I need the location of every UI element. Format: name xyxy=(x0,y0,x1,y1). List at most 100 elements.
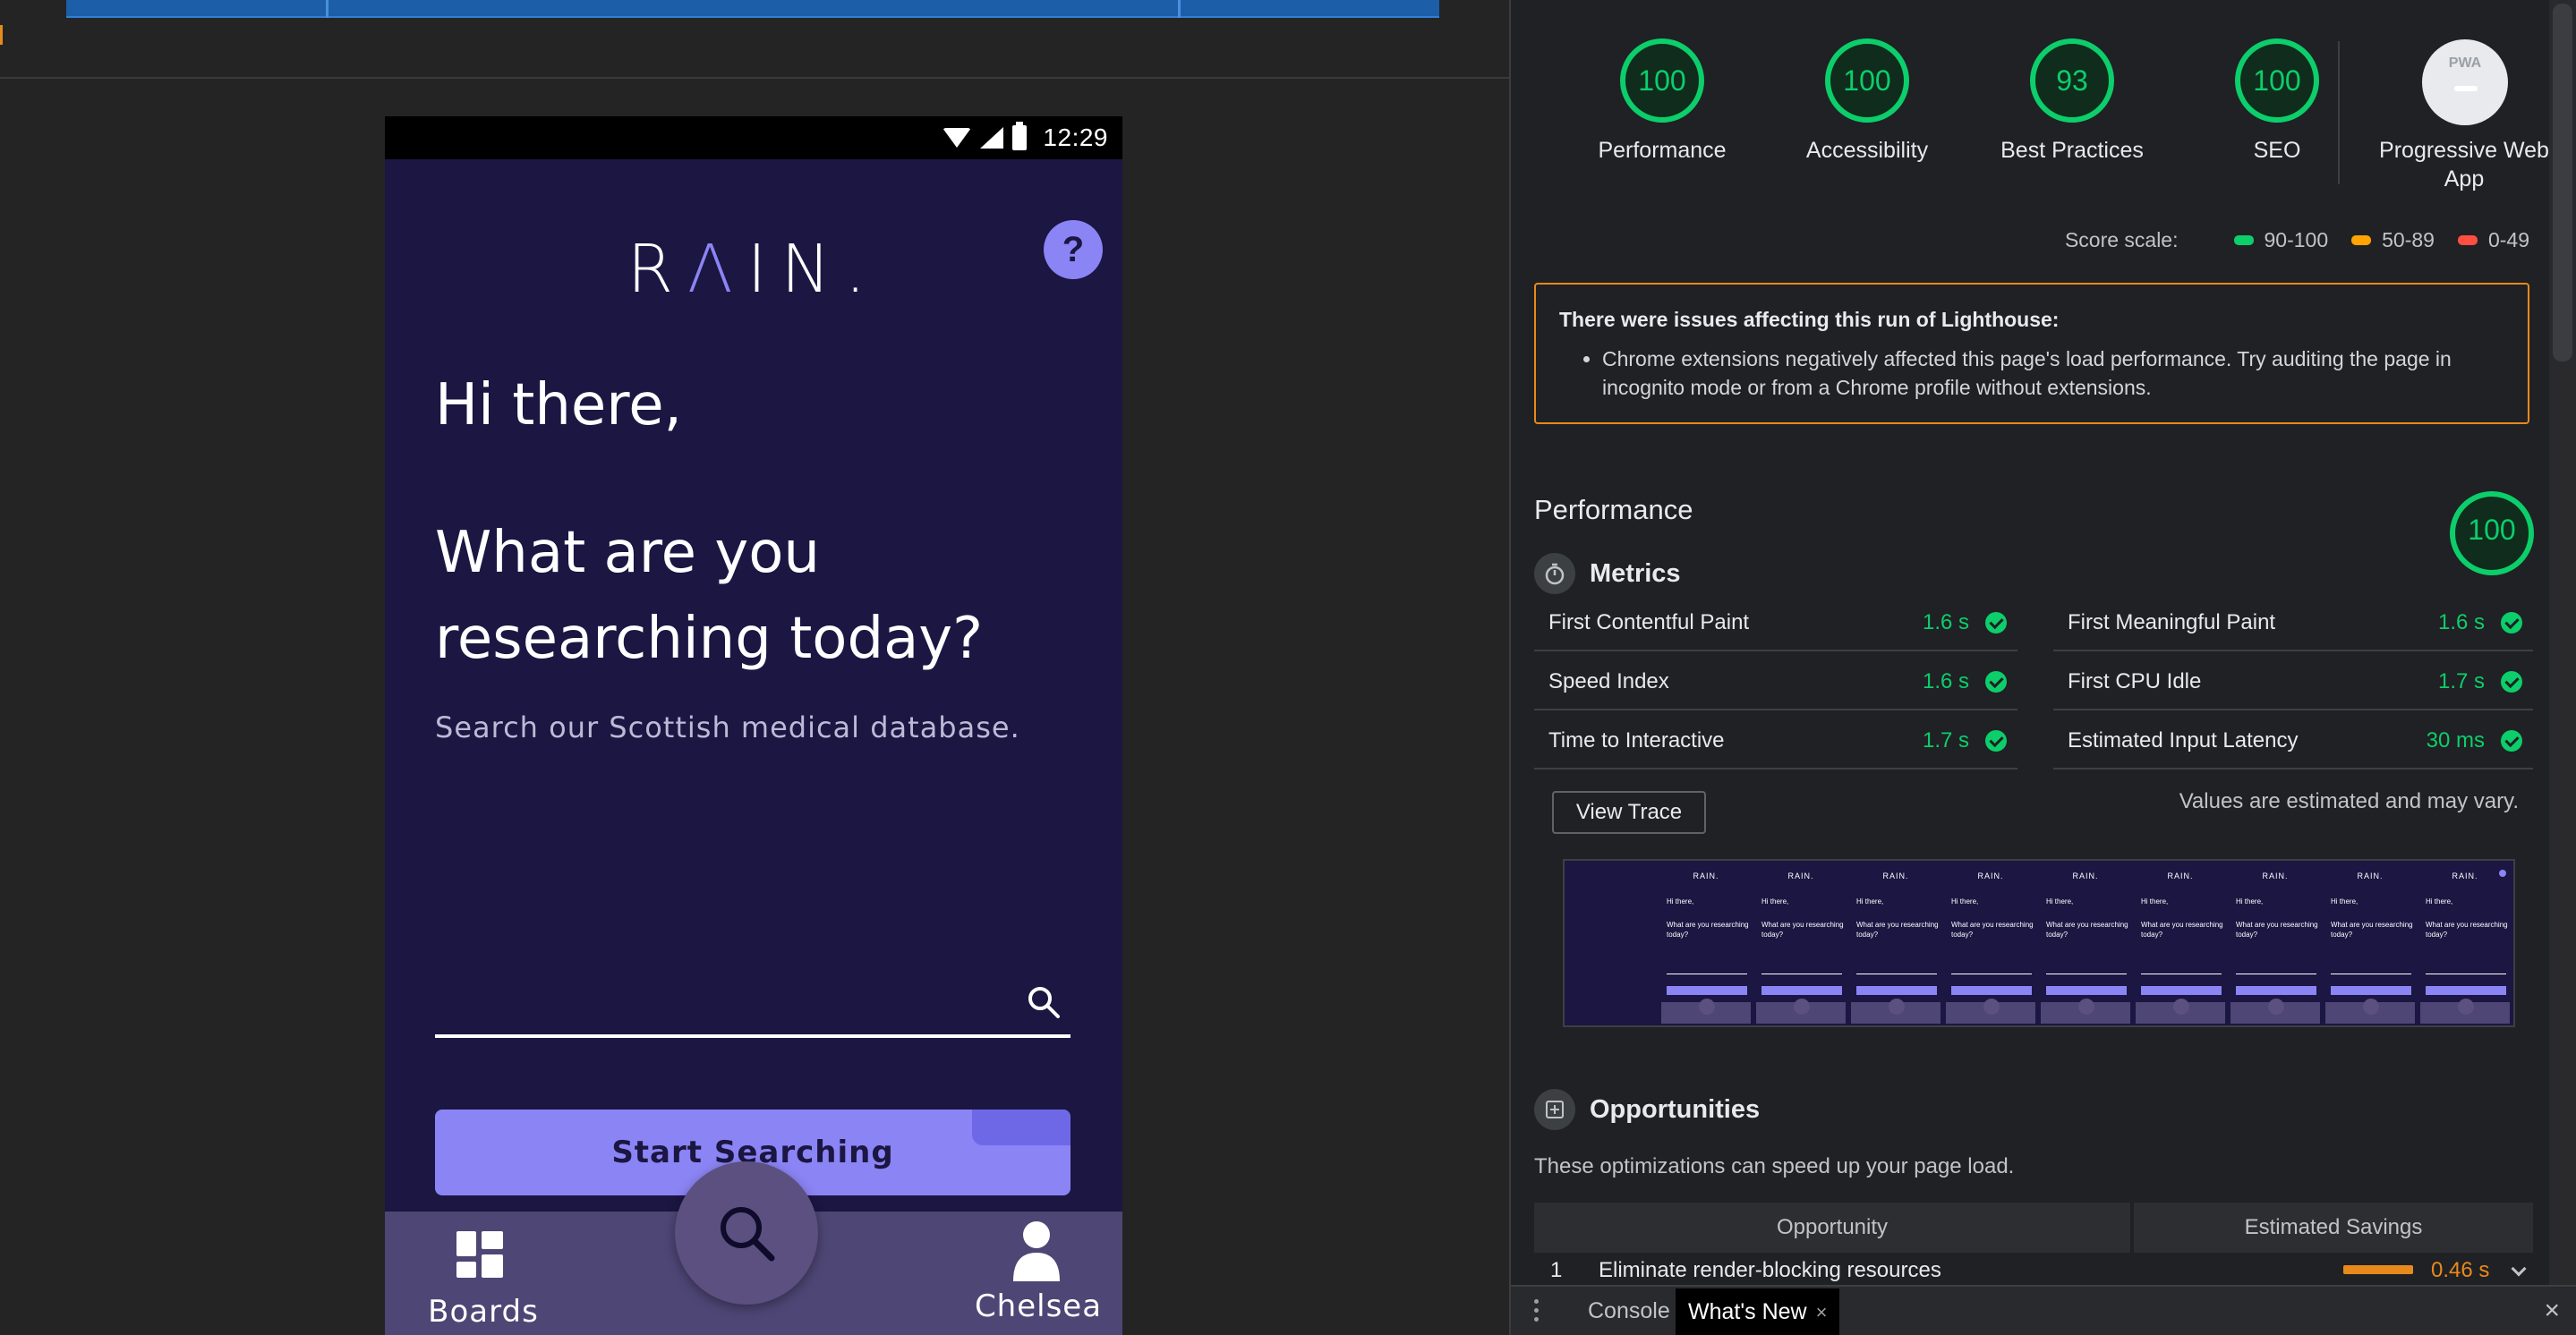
metrics-header: Metrics xyxy=(1534,553,1681,594)
gauge-label: SEO xyxy=(2253,138,2301,163)
drawer-menu-icon[interactable] xyxy=(1534,1299,1540,1324)
gauge-seo[interactable]: 100 SEO xyxy=(2174,38,2380,165)
nav-item-boards[interactable]: Boards xyxy=(403,1231,564,1330)
frame-logo: RAIN. xyxy=(1882,872,1909,880)
frame-search-dot xyxy=(1794,999,1810,1015)
frame-search-dot xyxy=(1983,999,2000,1015)
person-icon xyxy=(1013,1221,1060,1281)
frame-question: What are you researching today? xyxy=(1761,921,1844,939)
filmstrip-frame: RAIN. Hi there, What are you researching t… xyxy=(1661,866,1751,1024)
gauge-best-practices[interactable]: 93 Best Practices xyxy=(1969,38,2175,165)
subtitle-text: Search our Scottish medical database. xyxy=(435,710,1020,744)
help-icon: ? xyxy=(1062,230,1085,269)
frame-logo: RAIN. xyxy=(2072,872,2099,880)
help-button[interactable]: ? xyxy=(1044,220,1103,279)
wifi-icon xyxy=(943,128,972,148)
phone-viewport: 12:29 RΛIN. ? Hi there, What are you res… xyxy=(385,116,1122,1335)
scale-label: 0-49 xyxy=(2487,227,2529,251)
media-query-bar[interactable] xyxy=(66,0,1439,18)
opportunity-name: Eliminate render-blocking resources xyxy=(1599,1258,1941,1282)
frame-button xyxy=(2236,986,2316,995)
metric-name: First Contentful Paint xyxy=(1548,610,1750,634)
frame-logo: RAIN. xyxy=(2357,872,2384,880)
warning-list: Chrome extensions negatively affected th… xyxy=(1559,344,2504,402)
metric-value: 30 ms xyxy=(2426,728,2485,753)
view-trace-button[interactable]: View Trace xyxy=(1552,791,1706,834)
gauge-performance[interactable]: 100 Performance xyxy=(1559,38,1765,165)
gauge-accessibility[interactable]: 100 Accessibility xyxy=(1764,38,1970,165)
metric-name: Time to Interactive xyxy=(1548,728,1725,753)
filmstrip-frame: RAIN. Hi there, What are you researching t… xyxy=(2136,866,2225,1024)
nav-item-profile[interactable]: Chelsea xyxy=(958,1220,1119,1328)
check-icon xyxy=(1985,612,2007,633)
frame-question: What are you researching today? xyxy=(2046,921,2128,939)
score-scale-item: 90-100 xyxy=(2233,228,2328,252)
frame-search-dot xyxy=(2268,999,2284,1015)
opportunity-row[interactable]: 1 Eliminate render-blocking resources 0.… xyxy=(1534,1253,2533,1288)
scrollbar-thumb[interactable] xyxy=(2553,4,2572,361)
frame-search-dot xyxy=(2458,999,2474,1015)
nav-search-button[interactable] xyxy=(675,1161,818,1305)
tab-console[interactable]: Console xyxy=(1574,1287,1685,1335)
filmstrip-frame: RAIN. Hi there, What are you researching t… xyxy=(1946,866,2035,1024)
frame-button xyxy=(2141,986,2222,995)
score-scale: Score scale: 90-100 50-89 0-49 xyxy=(2065,225,2529,254)
frame-question: What are you researching today? xyxy=(2236,921,2318,939)
frame-greeting: Hi there, xyxy=(1856,897,1884,906)
scale-label: 50-89 xyxy=(2382,227,2435,251)
swatch-fail xyxy=(2457,234,2478,245)
frame-logo: RAIN. xyxy=(1977,872,2004,880)
panel-scrollbar[interactable] xyxy=(2549,0,2576,1285)
logo-letter: R xyxy=(627,231,688,308)
tab-whats-new[interactable]: What's New × xyxy=(1676,1288,1840,1335)
frame-search-dot xyxy=(2078,999,2094,1015)
search-input[interactable] xyxy=(435,975,1008,1029)
frame-button xyxy=(1856,986,1937,995)
swatch-pass xyxy=(2233,234,2254,245)
frame-greeting: Hi there, xyxy=(2141,897,2169,906)
search-field[interactable] xyxy=(435,957,1070,1038)
frame-search-dot xyxy=(1699,999,1715,1015)
frame-search-dot xyxy=(2173,999,2189,1015)
frame-question: What are you researching today? xyxy=(1856,921,1939,939)
boards-icon xyxy=(456,1231,503,1278)
bottom-navigation: Boards Chelsea xyxy=(385,1161,1122,1335)
gauge-label: Best Practices xyxy=(2000,138,2144,163)
status-bar: 12:29 xyxy=(385,116,1122,159)
close-drawer-icon[interactable]: × xyxy=(2544,1296,2560,1326)
filmstrip-frame: RAIN. Hi there, What are you researching t… xyxy=(2041,866,2130,1024)
frame-button xyxy=(1667,986,1747,995)
filmstrip-frame: RAIN. Hi there, What are you researching t… xyxy=(2231,866,2320,1024)
chevron-down-icon[interactable] xyxy=(2511,1261,2527,1277)
check-icon xyxy=(2501,671,2522,693)
metric-row: Estimated Input Latency 30 ms xyxy=(2053,712,2533,770)
gauge-label: Performance xyxy=(1598,138,1727,163)
opportunities-table-header: Opportunity Estimated Savings xyxy=(1534,1203,2533,1253)
filmstrip-frame: RAIN. Hi there, What are you researching t… xyxy=(2420,866,2510,1024)
lighthouse-panel: 100 Performance 100 Accessibility 93 Bes… xyxy=(1509,0,2576,1335)
frame-question: What are you researching today? xyxy=(2141,921,2223,939)
score-scale-item: 0-49 xyxy=(2457,227,2529,252)
warning-title: There were issues affecting this run of … xyxy=(1559,308,2060,331)
score-scale-item: 50-89 xyxy=(2351,228,2435,252)
estimated-note: Values are estimated and may vary. xyxy=(2179,789,2519,813)
warning-item: Chrome extensions negatively affected th… xyxy=(1602,344,2504,402)
column-opportunity: Opportunity xyxy=(1534,1203,2130,1253)
frame-question: What are you researching today? xyxy=(2331,921,2413,939)
search-icon[interactable] xyxy=(1026,984,1062,1020)
frame-greeting: Hi there, xyxy=(2426,897,2453,906)
frame-search-dot xyxy=(2363,999,2379,1015)
frame-logo: RAIN. xyxy=(2167,872,2194,880)
logo-letters: IN xyxy=(746,231,845,308)
drawer-tabbar: Console What's New × × xyxy=(1511,1285,2576,1335)
boards-label: Boards xyxy=(428,1294,539,1330)
column-estimated-savings: Estimated Savings xyxy=(2134,1203,2533,1253)
frame-search-dot xyxy=(1889,999,1905,1015)
gauge-score: 100 xyxy=(1638,64,1686,97)
opportunity-icon xyxy=(1534,1089,1575,1130)
metric-name: Speed Index xyxy=(1548,669,1669,693)
signal-icon xyxy=(980,127,1004,149)
logo-triangle: Λ xyxy=(687,231,747,308)
metric-row: First Contentful Paint 1.6 s xyxy=(1534,594,2017,651)
close-tab-icon[interactable]: × xyxy=(1816,1301,1828,1323)
